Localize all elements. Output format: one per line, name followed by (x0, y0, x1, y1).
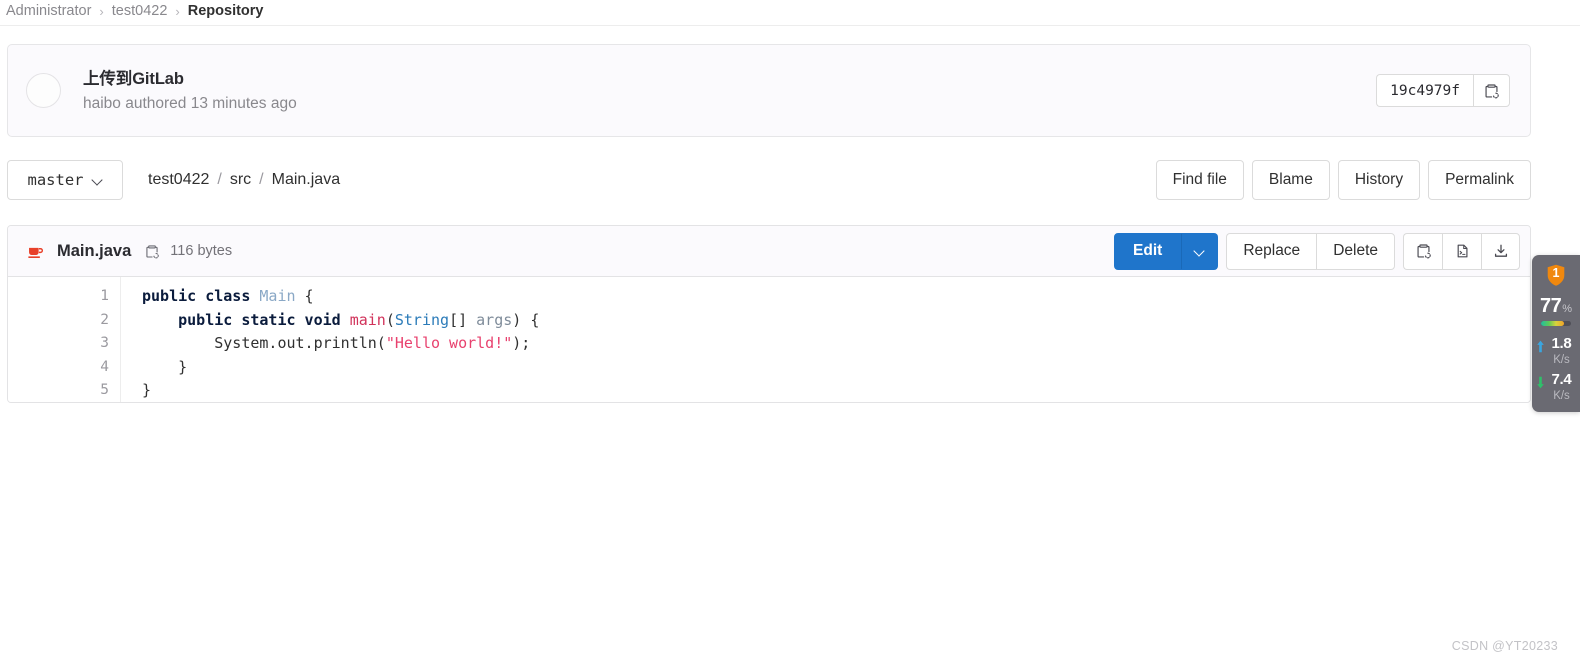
shield-badge-count: 1 (1552, 266, 1560, 280)
line-number[interactable]: 1 (8, 285, 120, 309)
commit-info: 上传到GitLab haibo authored 13 minutes ago (83, 68, 1376, 114)
code-token: public class (142, 287, 260, 305)
line-number[interactable]: 5 (8, 379, 120, 402)
commit-title[interactable]: 上传到GitLab (83, 68, 1376, 90)
code-token: String (394, 310, 450, 329)
copy-contents-icon[interactable] (1403, 232, 1442, 270)
line-number[interactable]: 2 (8, 309, 120, 333)
upload-speed-value: 1.8 (1551, 335, 1572, 352)
path-separator: / (217, 171, 222, 188)
repository-actions: Find file Blame History Permalink (1155, 160, 1531, 200)
code-token: args (476, 310, 513, 329)
line-number[interactable]: 3 (8, 332, 120, 356)
breadcrumb: Administrator › test0422 › Repository (0, 0, 1580, 20)
commit-sha-group: 19c4979f (1376, 74, 1510, 107)
path-crumb-folder[interactable]: src (230, 171, 251, 189)
history-button[interactable]: History (1337, 160, 1421, 200)
branch-name: master (27, 171, 84, 189)
find-file-button[interactable]: Find file (1155, 160, 1244, 200)
code-line: } (142, 379, 1530, 402)
java-coffee-cup-icon (26, 242, 45, 261)
file-size: 116 bytes (170, 243, 233, 259)
code-token: } (142, 357, 188, 376)
cpu-percent-fill (1541, 321, 1565, 326)
avatar (26, 73, 61, 108)
code-line: public class Main { (142, 285, 1530, 309)
cpu-percent-row: 77 % (1540, 295, 1572, 318)
watermark: CSDN @YT20233 (1451, 639, 1558, 653)
open-raw-icon[interactable] (1442, 232, 1481, 270)
network-speed-widget[interactable]: 1 77 % 1.8 K/s 7.4 K/s (1532, 255, 1580, 412)
file-icon-button-group (1403, 232, 1520, 270)
code-token: Main (259, 287, 296, 305)
download-speed-text: 7.4 K/s (1545, 371, 1580, 403)
code-token: System.out.println( (142, 334, 386, 352)
cpu-percent-bar (1541, 321, 1571, 326)
breadcrumb-separator: › (99, 3, 104, 19)
code-token: public static void (142, 310, 350, 329)
breadcrumb-item-test0422[interactable]: test0422 (112, 3, 168, 19)
download-speed-row: 7.4 K/s (1532, 371, 1580, 403)
code-token: ); (512, 334, 531, 352)
code-token: ) { (512, 310, 540, 329)
file-header: Main.java 116 bytes Edit Replace Delete (8, 226, 1530, 277)
upload-speed-unit: K/s (1553, 354, 1570, 366)
upload-speed-text: 1.8 K/s (1545, 335, 1580, 367)
upload-arrow-icon (1536, 340, 1545, 358)
blame-button[interactable]: Blame (1251, 160, 1330, 200)
commit-sha[interactable]: 19c4979f (1376, 74, 1473, 107)
chevron-down-icon (1195, 246, 1205, 256)
replace-button[interactable]: Replace (1226, 232, 1317, 270)
permalink-button[interactable]: Permalink (1428, 160, 1531, 200)
cpu-percent-value: 77 (1539, 295, 1562, 317)
line-number[interactable]: 4 (8, 356, 120, 380)
gitlab-file-view-page: Administrator › test0422 › Repository 上传… (0, 0, 1580, 663)
upload-speed-row: 1.8 K/s (1532, 335, 1580, 367)
line-number-gutter[interactable]: 12345 (8, 277, 121, 402)
download-arrow-icon (1536, 376, 1545, 394)
file-name: Main.java (57, 241, 132, 260)
file-path-breadcrumb: test0422 / src / Main.java (148, 171, 340, 189)
code-token: } (142, 381, 152, 399)
percent-symbol: % (1562, 303, 1573, 315)
code-token: { (295, 287, 314, 305)
file-path-toolbar: master test0422 / src / Main.java Find f… (7, 160, 1531, 200)
file-viewer-card: Main.java 116 bytes Edit Replace Delete … (7, 225, 1531, 403)
path-crumb-project[interactable]: test0422 (148, 171, 209, 189)
download-icon[interactable] (1481, 232, 1520, 270)
path-separator: / (259, 171, 264, 188)
breadcrumb-item-administrator[interactable]: Administrator (6, 3, 91, 19)
edit-split-button: Edit (1114, 232, 1219, 270)
edit-dropdown-toggle[interactable] (1181, 232, 1219, 270)
commit-author-line: haibo authored 13 minutes ago (83, 94, 297, 112)
copy-file-path-icon[interactable] (145, 244, 160, 259)
file-action-buttons: Edit Replace Delete (1114, 232, 1520, 270)
shield-badge-icon: 1 (1546, 264, 1566, 287)
last-commit-card: 上传到GitLab haibo authored 13 minutes ago … (7, 44, 1531, 137)
code-line: System.out.println("Hello world!"); (142, 332, 1530, 356)
copy-to-clipboard-icon[interactable] (1473, 74, 1510, 107)
code-token: [] (449, 310, 477, 329)
code-content[interactable]: public class Main { public static void m… (121, 277, 1530, 402)
branch-selector[interactable]: master (7, 160, 123, 200)
download-speed-unit: K/s (1553, 390, 1570, 402)
download-speed-value: 7.4 (1551, 371, 1572, 388)
code-line: } (142, 356, 1530, 380)
code-token: main (349, 310, 386, 329)
delete-button[interactable]: Delete (1316, 232, 1395, 270)
breadcrumb-separator: › (175, 3, 180, 19)
code-token: ( (385, 310, 395, 329)
edit-button[interactable]: Edit (1114, 232, 1182, 270)
path-crumb-file: Main.java (271, 171, 341, 188)
code-token: "Hello world!" (385, 334, 513, 352)
code-line: public static void main(String[] args) { (142, 309, 1530, 333)
chevron-down-icon (93, 175, 103, 185)
header-divider (0, 25, 1580, 26)
replace-delete-group: Replace Delete (1226, 232, 1395, 270)
breadcrumb-current-repository: Repository (187, 3, 264, 19)
code-viewer: 12345 public class Main { public static … (8, 277, 1530, 402)
